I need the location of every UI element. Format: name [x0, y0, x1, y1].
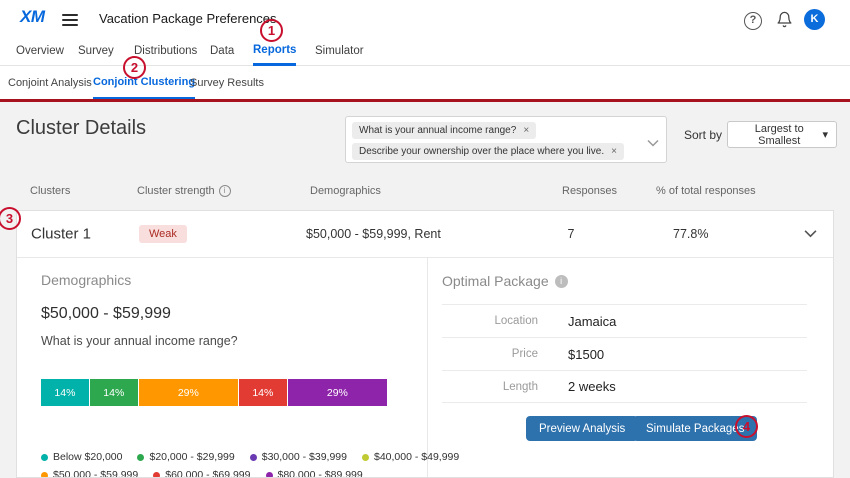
sort-by-label: Sort by [684, 128, 722, 142]
preview-analysis-button[interactable]: Preview Analysis [526, 416, 638, 441]
package-label: Location [442, 315, 538, 327]
top-bar: XM Vacation Package Preferences ? K [0, 0, 850, 36]
col-clusters: Clusters [30, 185, 70, 197]
legend-dot [266, 472, 273, 478]
demographics-question: What is your annual income range? [41, 334, 238, 348]
col-percent-total: % of total responses [656, 185, 756, 197]
project-title: Vacation Package Preferences [99, 11, 277, 26]
remove-tag-icon[interactable]: × [611, 147, 617, 157]
cluster-responses: 7 [541, 227, 601, 241]
filter-tag: What is your annual income range? × [352, 122, 536, 139]
info-icon[interactable] [219, 185, 231, 197]
demographics-filter-select[interactable]: What is your annual income range? × Desc… [345, 116, 667, 163]
annotation-step-4: 4 [735, 415, 758, 438]
legend-item: $20,000 - $29,999 [137, 451, 234, 463]
cluster-card: Cluster 1 Weak $50,000 - $59,999, Rent 7… [16, 210, 834, 478]
legend-dot [250, 454, 257, 461]
cluster-strength-badge: Weak [139, 225, 187, 243]
filter-tag-label: What is your annual income range? [359, 125, 516, 136]
legend-label: $50,000 - $59,999 [53, 469, 138, 478]
col-cluster-strength: Cluster strength [137, 185, 231, 197]
tab-survey[interactable]: Survey [78, 36, 114, 66]
legend-item: $80,000 - $89,999 [266, 469, 363, 478]
tab-overview[interactable]: Overview [16, 36, 64, 66]
annotation-step-1: 1 [260, 19, 283, 42]
bar-segment: 29% [288, 379, 387, 406]
annotation-underline [0, 99, 850, 102]
legend-row: $50,000 - $59,999 $60,000 - $69,999 $80,… [41, 466, 421, 478]
cluster-demographics: $50,000 - $59,999, Rent [306, 227, 441, 241]
package-value: 2 weeks [568, 379, 616, 394]
tab-data[interactable]: Data [210, 36, 234, 66]
legend-item: $30,000 - $39,999 [250, 451, 347, 463]
chevron-down-icon[interactable] [647, 134, 659, 152]
sort-order-value: Largest to Smallest [736, 123, 822, 147]
package-label: Price [442, 348, 538, 360]
page-title: Cluster Details [16, 117, 146, 140]
remove-tag-icon[interactable]: × [523, 126, 529, 136]
col-cluster-strength-label: Cluster strength [137, 185, 215, 197]
cluster-name: Cluster 1 [31, 226, 91, 243]
subtab-survey-results[interactable]: Survey Results [190, 66, 264, 99]
tab-simulator[interactable]: Simulator [315, 36, 364, 66]
cluster-table-header: Clusters Cluster strength Demographics R… [0, 185, 850, 201]
bar-segment: 29% [139, 379, 238, 406]
optimal-package-table: Location Jamaica Price $1500 Length 2 we… [442, 304, 807, 403]
chart-legend: Below $20,000 $20,000 - $29,999 $30,000 … [41, 448, 421, 478]
legend-dot [41, 454, 48, 461]
xm-logo[interactable]: XM [20, 7, 45, 27]
income-distribution-bar: 14% 14% 29% 14% 29% [41, 379, 387, 406]
legend-dot [362, 454, 369, 461]
info-icon[interactable] [555, 275, 568, 288]
legend-label: $60,000 - $69,999 [165, 469, 250, 478]
legend-label: $20,000 - $29,999 [149, 451, 234, 463]
cluster-percent: 77.8% [673, 227, 708, 241]
notifications-bell-icon[interactable] [776, 11, 793, 33]
bar-segment: 14% [239, 379, 287, 406]
help-icon[interactable]: ? [744, 12, 762, 30]
col-responses: Responses [562, 185, 617, 197]
legend-item: $50,000 - $59,999 [41, 469, 138, 478]
cluster-expanded-details: Demographics $50,000 - $59,999 What is y… [17, 258, 833, 477]
filter-tag: Describe your ownership over the place w… [352, 143, 624, 160]
optimal-package-title-label: Optimal Package [442, 273, 549, 289]
bar-segment: 14% [90, 379, 138, 406]
bar-segment: 14% [41, 379, 89, 406]
caret-down-icon: ▾ [822, 128, 828, 141]
col-demographics: Demographics [310, 185, 381, 197]
optimal-package-panel: Optimal Package Location Jamaica Price $… [428, 258, 833, 477]
optimal-package-title: Optimal Package [442, 273, 568, 289]
legend-dot [41, 472, 48, 478]
legend-item: Below $20,000 [41, 451, 122, 463]
legend-label: $80,000 - $89,999 [278, 469, 363, 478]
hamburger-menu-icon[interactable] [62, 11, 78, 29]
legend-label: Below $20,000 [53, 451, 122, 463]
package-row-length: Length 2 weeks [442, 370, 807, 403]
legend-row: Below $20,000 $20,000 - $29,999 $30,000 … [41, 448, 421, 466]
annotation-step-2: 2 [123, 56, 146, 79]
package-value: $1500 [568, 347, 604, 362]
user-avatar[interactable]: K [804, 9, 825, 30]
filter-tag-label: Describe your ownership over the place w… [359, 146, 604, 157]
subtab-conjoint-analysis[interactable]: Conjoint Analysis [8, 66, 92, 99]
legend-dot [153, 472, 160, 478]
demographics-panel-title: Demographics [41, 272, 131, 288]
legend-label: $30,000 - $39,999 [262, 451, 347, 463]
cluster-row[interactable]: Cluster 1 Weak $50,000 - $59,999, Rent 7… [17, 211, 833, 258]
legend-dot [137, 454, 144, 461]
package-label: Length [442, 381, 538, 393]
package-value: Jamaica [568, 314, 616, 329]
demographics-value: $50,000 - $59,999 [41, 305, 171, 323]
demographics-panel: Demographics $50,000 - $59,999 What is y… [17, 258, 428, 477]
sort-order-dropdown[interactable]: Largest to Smallest ▾ [727, 121, 837, 148]
legend-item: $60,000 - $69,999 [153, 469, 250, 478]
package-row-price: Price $1500 [442, 337, 807, 370]
collapse-chevron-icon[interactable] [804, 225, 817, 243]
package-row-location: Location Jamaica [442, 304, 807, 337]
